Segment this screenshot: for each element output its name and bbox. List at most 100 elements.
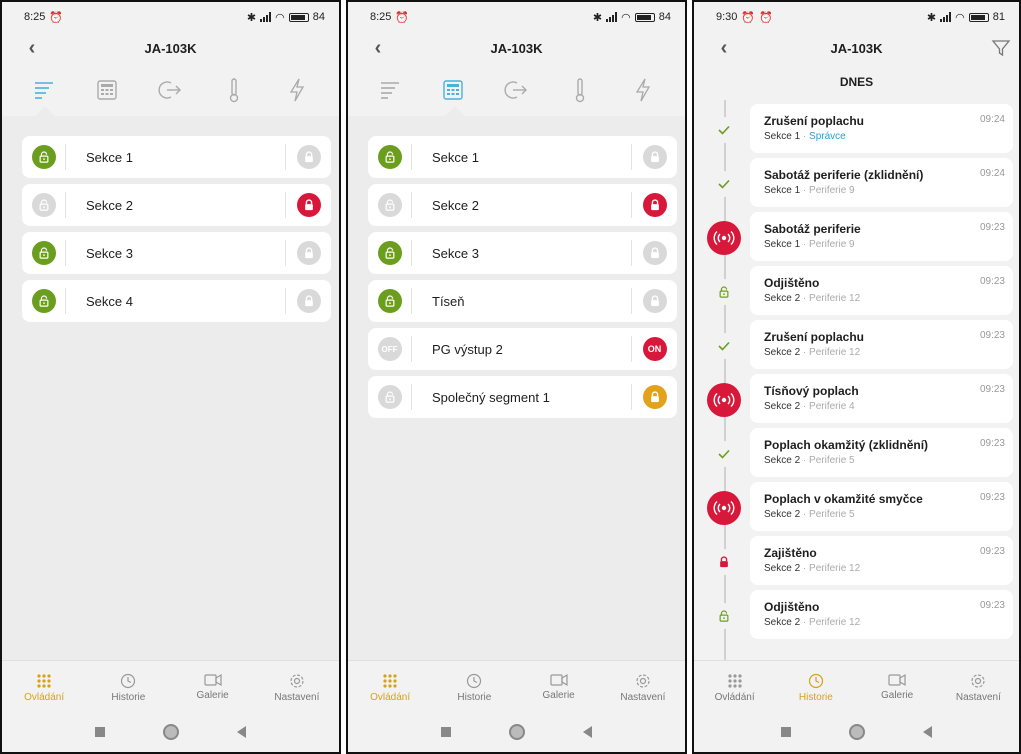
section-arm-slot [631,240,677,266]
event-card[interactable]: Poplach okamžitý (zklidnění) Sekce 2 · Pe… [750,428,1013,477]
back-button[interactable]: ‹ [366,36,390,60]
unlocked-gray-icon[interactable] [377,385,402,409]
unlocked-green-icon[interactable] [31,289,56,313]
nav-gallery[interactable]: Galerie [862,673,932,701]
history-event[interactable]: Odjištěno Sekce 2 · Periferie 12 09:23 [694,590,1013,639]
recents-square-icon[interactable] [781,727,791,737]
back-button[interactable]: ‹ [712,36,736,60]
event-card[interactable]: Sabotáž periferie (zklidnění) Sekce 1 · P… [750,158,1013,207]
home-circle-icon[interactable] [509,724,525,740]
event-subtitle: Sekce 2 · Periferie 4 [764,401,1003,412]
nav-history[interactable]: Historie [781,673,851,703]
locked-gray-icon[interactable] [642,289,667,313]
nav-gallery[interactable]: Galerie [524,673,594,701]
nav-history[interactable]: Historie [439,673,509,703]
history-event[interactable]: Sabotáž periferie Sekce 1 · Periferie 9 09… [694,212,1013,261]
section-arm-slot: ON [631,336,677,362]
bluetooth-icon: ✱ [926,11,937,24]
event-separator: · [802,185,807,196]
phone-screen-control-keypad: 8:25 ⏰ ✱ ◠ 84 ‹ JA-103K Sekce 1 Sekce 2 … [346,0,687,754]
locked-red-icon[interactable] [296,193,321,217]
event-card[interactable]: Sabotáž periferie Sekce 1 · Periferie 9 09… [750,212,1013,261]
filter-button[interactable] [989,36,1013,60]
unlocked-green-icon[interactable] [31,145,56,169]
section-row[interactable]: Sekce 2 [22,184,331,226]
history-event[interactable]: Poplach okamžitý (zklidnění) Sekce 2 · Pe… [694,428,1013,477]
history-event[interactable]: Poplach v okamžité smyčce Sekce 2 · Perif… [694,482,1013,531]
unlocked-gray-icon[interactable] [31,193,56,217]
nav-control[interactable]: Ovládání [9,673,79,703]
home-circle-icon[interactable] [849,724,865,740]
control-tab-bar [2,64,339,126]
nav-control[interactable]: Ovládání [700,673,770,703]
unlocked-gray-icon[interactable] [377,193,402,217]
recents-square-icon[interactable] [441,727,451,737]
clock-icon [467,673,482,689]
event-card[interactable]: Poplach v okamžité smyčce Sekce 2 · Perif… [750,482,1013,531]
event-card[interactable]: Zrušení poplachu Sekce 1 · Správce 09:24 [750,104,1013,153]
unlocked-green-icon[interactable] [377,289,402,313]
locked-red-icon[interactable] [642,193,667,217]
tab-temperature[interactable] [562,72,598,108]
check-icon [707,113,741,147]
event-card[interactable]: Zajištěno Sekce 2 · Periferie 12 09:23 [750,536,1013,585]
pg-on-button[interactable]: ON [642,337,667,361]
unlocked-green-icon[interactable] [377,145,402,169]
event-section: Sekce 2 [764,347,801,358]
event-card[interactable]: Tísňový poplach Sekce 2 · Periferie 4 09:2… [750,374,1013,423]
history-event[interactable]: Sabotáž periferie (zklidnění) Sekce 1 · P… [694,158,1013,207]
section-row[interactable]: Sekce 3 [368,232,677,274]
history-event[interactable]: Zrušení poplachu Sekce 2 · Periferie 12 09… [694,320,1013,369]
history-event[interactable]: Zrušení poplachu Sekce 1 · Správce 09:24 [694,104,1013,153]
section-row[interactable]: OFF PG výstup 2 ON [368,328,677,370]
battery-level: 84 [312,11,325,23]
back-button[interactable]: ‹ [20,36,44,60]
locked-amber-icon[interactable] [642,385,667,409]
tab-energy[interactable] [279,72,315,108]
event-card[interactable]: Zrušení poplachu Sekce 2 · Periferie 12 09… [750,320,1013,369]
event-title: Zrušení poplachu [764,114,865,128]
nav-settings[interactable]: Nastavení [943,673,1013,703]
back-triangle-icon[interactable] [923,726,932,738]
nav-gallery[interactable]: Galerie [178,673,248,701]
section-row[interactable]: Sekce 4 [22,280,331,322]
tab-sections[interactable] [26,72,62,108]
tab-sections[interactable] [372,72,408,108]
section-row[interactable]: Tíseň [368,280,677,322]
event-card[interactable]: Odjištěno Sekce 2 · Periferie 12 09:23 [750,266,1013,315]
pg-off-button[interactable]: OFF [377,337,402,361]
locked-gray-icon[interactable] [296,145,321,169]
section-row[interactable]: Společný segment 1 [368,376,677,418]
alarm-clock-icon: ⏰ [759,11,773,24]
recents-square-icon[interactable] [95,727,105,737]
home-circle-icon[interactable] [163,724,179,740]
back-triangle-icon[interactable] [237,726,246,738]
tab-energy[interactable] [625,72,661,108]
unlocked-green-icon[interactable] [31,241,56,265]
locked-gray-icon[interactable] [296,289,321,313]
section-row[interactable]: Sekce 1 [22,136,331,178]
event-card[interactable]: Odjištěno Sekce 2 · Periferie 12 09:23 [750,590,1013,639]
nav-settings[interactable]: Nastavení [262,673,332,703]
history-event[interactable]: Zajištěno Sekce 2 · Periferie 12 09:23 [694,536,1013,585]
locked-gray-icon[interactable] [642,145,667,169]
locked-gray-icon[interactable] [642,241,667,265]
tab-temperature[interactable] [216,72,252,108]
tab-keypad[interactable] [435,72,471,108]
back-triangle-icon[interactable] [583,726,592,738]
tab-outputs[interactable] [152,72,188,108]
nav-settings[interactable]: Nastavení [608,673,678,703]
section-row[interactable]: Sekce 1 [368,136,677,178]
section-row[interactable]: Sekce 3 [22,232,331,274]
section-label: Sekce 1 [432,149,479,165]
section-label: Sekce 3 [432,245,479,261]
history-event[interactable]: Tísňový poplach Sekce 2 · Periferie 4 09:2… [694,374,1013,423]
locked-gray-icon[interactable] [296,241,321,265]
section-row[interactable]: Sekce 2 [368,184,677,226]
unlocked-green-icon[interactable] [377,241,402,265]
nav-history[interactable]: Historie [93,673,163,703]
history-event[interactable]: Odjištěno Sekce 2 · Periferie 12 09:23 [694,266,1013,315]
tab-keypad[interactable] [89,72,125,108]
tab-outputs[interactable] [498,72,534,108]
nav-control[interactable]: Ovládání [355,673,425,703]
